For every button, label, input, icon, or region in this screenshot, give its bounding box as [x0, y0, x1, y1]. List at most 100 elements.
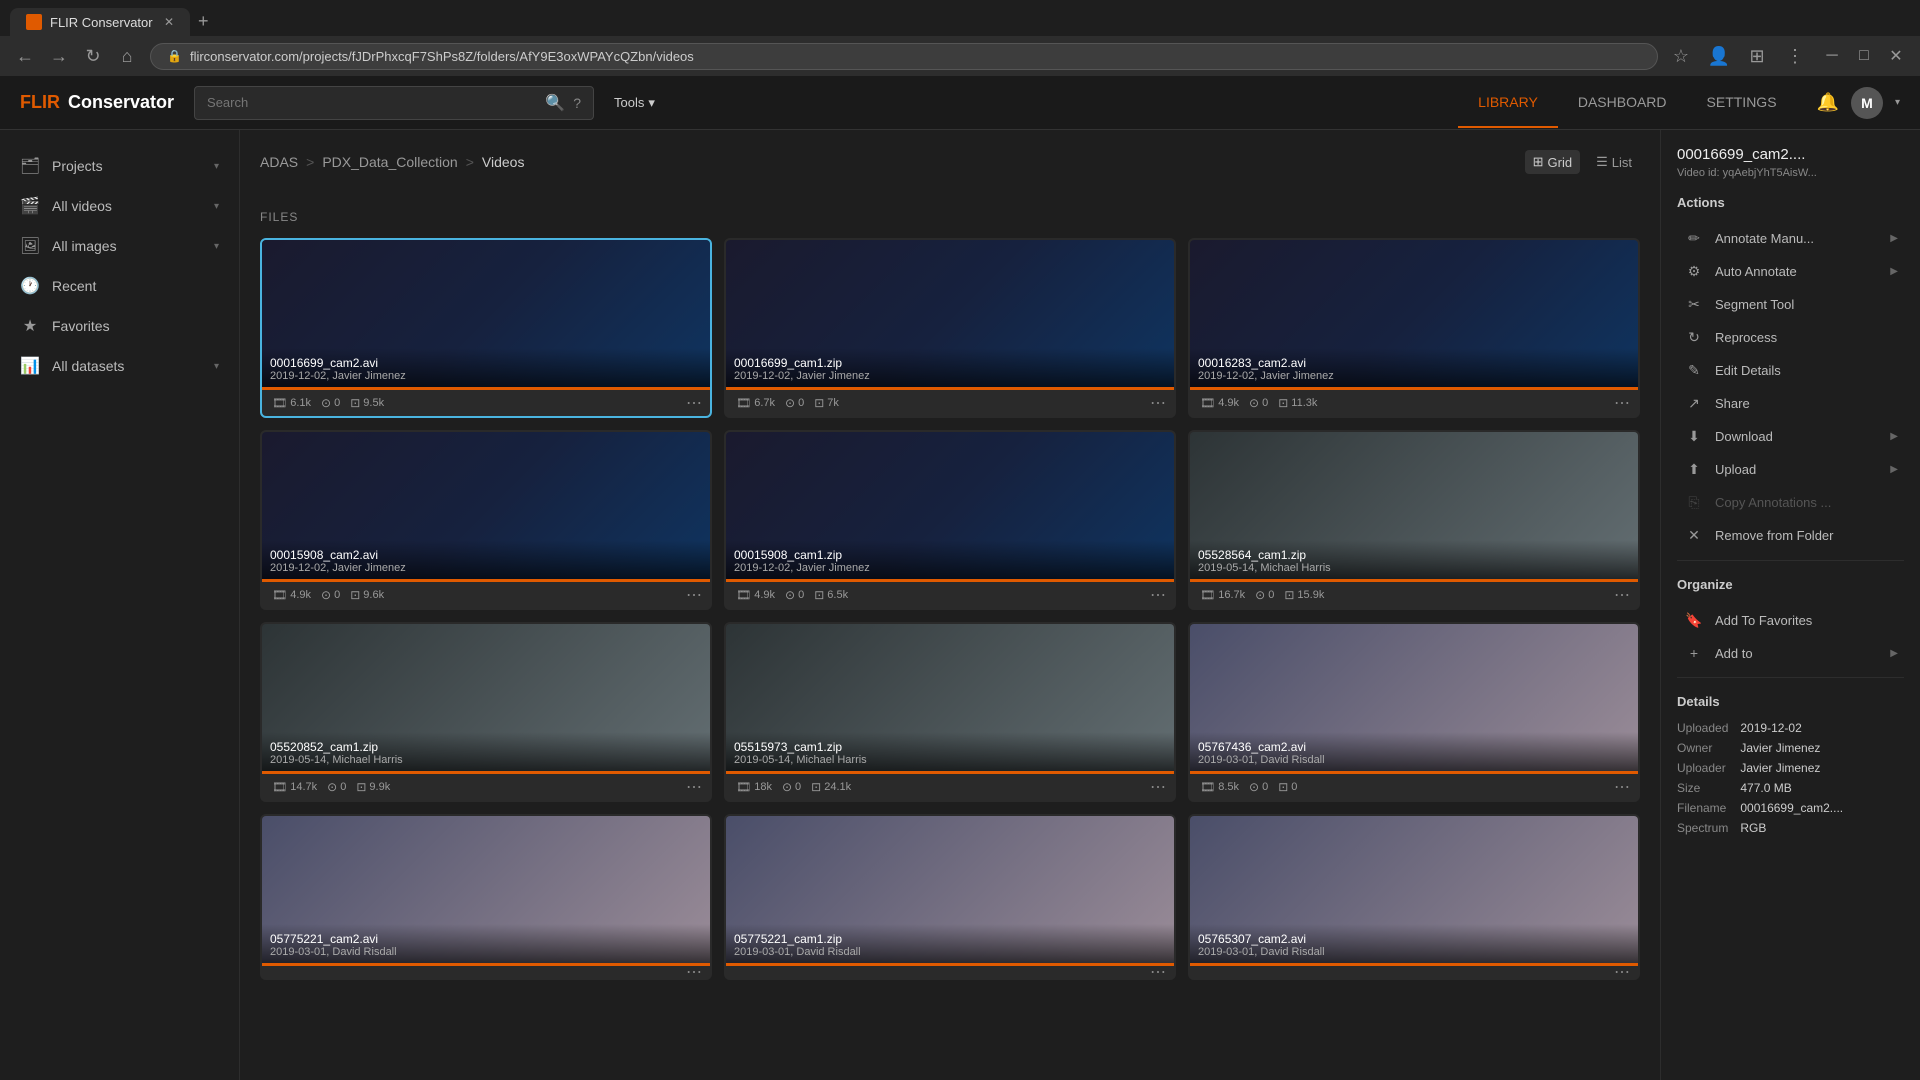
- video-title: 00016699_cam2.avi: [270, 356, 702, 370]
- sidebar-item-all-images[interactable]: 🖼 All images ▾: [0, 226, 239, 266]
- video-card[interactable]: 05528564_cam1.zip 2019-05-14, Michael Ha…: [1188, 430, 1640, 610]
- more-options-button[interactable]: ⋯: [1614, 585, 1630, 605]
- action-segment-tool[interactable]: ✂ Segment Tool: [1677, 288, 1904, 321]
- copy-annotations-label: Copy Annotations ...: [1715, 495, 1831, 510]
- video-card[interactable]: 00015908_cam2.avi 2019-12-02, Javier Jim…: [260, 430, 712, 610]
- search-input[interactable]: [207, 95, 537, 110]
- video-card[interactable]: 05775221_cam1.zip 2019-03-01, David Risd…: [724, 814, 1176, 980]
- account-chevron-icon[interactable]: ▾: [1895, 97, 1900, 108]
- video-card[interactable]: 00016699_cam2.avi 2019-12-02, Javier Jim…: [260, 238, 712, 418]
- video-thumbnail: 00015908_cam1.zip 2019-12-02, Javier Jim…: [726, 432, 1174, 582]
- video-card[interactable]: 05767436_cam2.avi 2019-03-01, David Risd…: [1188, 622, 1640, 802]
- search-bar[interactable]: 🔍 ?: [194, 86, 594, 120]
- action-auto-annotate[interactable]: ⚙ Auto Annotate ▶: [1677, 255, 1904, 288]
- bookmark-button[interactable]: ☆: [1666, 41, 1696, 71]
- reprocess-label: Reprocess: [1715, 330, 1777, 345]
- browser-tab[interactable]: FLIR Conservator ✕: [10, 8, 190, 36]
- action-share[interactable]: ↗ Share: [1677, 387, 1904, 420]
- action-annotate[interactable]: ✏ Annotate Manu... ▶: [1677, 222, 1904, 255]
- more-options-button[interactable]: ⋯: [1614, 777, 1630, 797]
- more-options-button[interactable]: ⋯: [686, 585, 702, 605]
- video-date: 2019-12-02, Javier Jimenez: [270, 562, 702, 574]
- detail-key: Uploader: [1677, 761, 1728, 775]
- video-title: 05775221_cam2.avi: [270, 932, 702, 946]
- home-button[interactable]: ⌂: [112, 41, 142, 71]
- video-grid: 00016699_cam2.avi 2019-12-02, Javier Jim…: [260, 238, 1640, 980]
- action-download[interactable]: ⬇ Download ▶: [1677, 420, 1904, 453]
- extensions-button[interactable]: ⊞: [1742, 41, 1772, 71]
- sidebar-item-favorites[interactable]: ★ Favorites: [0, 306, 239, 346]
- menu-button[interactable]: ⋮: [1780, 41, 1810, 71]
- more-options-button[interactable]: ⋯: [1150, 585, 1166, 605]
- video-card[interactable]: 05765307_cam2.avi 2019-03-01, David Risd…: [1188, 814, 1640, 980]
- close-window-button[interactable]: ✕: [1882, 42, 1910, 70]
- action-reprocess[interactable]: ↻ Reprocess: [1677, 321, 1904, 354]
- sidebar-item-recent[interactable]: 🕐 Recent: [0, 266, 239, 306]
- video-meta: 🎞 16.7k ⊙ 0 ⊡ 15.9k ⋯: [1190, 582, 1638, 608]
- size-icon: ⊡: [811, 780, 821, 794]
- new-tab-button[interactable]: +: [190, 7, 217, 36]
- video-card[interactable]: 05515973_cam1.zip 2019-05-14, Michael Ha…: [724, 622, 1176, 802]
- more-options-button[interactable]: ⋯: [1614, 962, 1630, 980]
- video-card[interactable]: 05520852_cam1.zip 2019-05-14, Michael Ha…: [260, 622, 712, 802]
- breadcrumb-pdx[interactable]: PDX_Data_Collection: [322, 154, 457, 170]
- notifications-icon[interactable]: 🔔: [1817, 92, 1839, 113]
- upload-arrow-icon: ▶: [1890, 464, 1898, 475]
- detail-value: 2019-12-02: [1740, 721, 1904, 735]
- more-options-button[interactable]: ⋯: [1150, 777, 1166, 797]
- sidebar-item-all-videos[interactable]: 🎬 All videos ▾: [0, 186, 239, 226]
- annotation-count: ⊙ 0: [321, 396, 340, 410]
- more-options-button[interactable]: ⋯: [686, 962, 702, 980]
- file-size: ⊡ 6.5k: [814, 588, 848, 602]
- more-options-button[interactable]: ⋯: [686, 393, 702, 413]
- app-logo: FLIR Conservator: [20, 92, 174, 113]
- tools-button[interactable]: Tools ▾: [614, 95, 655, 111]
- forward-button[interactable]: →: [44, 41, 74, 71]
- more-options-button[interactable]: ⋯: [1150, 962, 1166, 980]
- organize-action-add-to[interactable]: + Add to ▶: [1677, 637, 1904, 669]
- nav-library[interactable]: LIBRARY: [1458, 78, 1558, 128]
- list-view-button[interactable]: ☰ List: [1588, 150, 1640, 174]
- action-copy-annotations: ⎘ Copy Annotations ...: [1677, 486, 1904, 519]
- breadcrumb-adas[interactable]: ADAS: [260, 154, 298, 170]
- action-upload[interactable]: ⬆ Upload ▶: [1677, 453, 1904, 486]
- organize-action-add-to-favorites[interactable]: 🔖 Add To Favorites: [1677, 604, 1904, 637]
- size-icon: ⊡: [814, 588, 824, 602]
- grid-view-button[interactable]: ⊞ Grid: [1525, 150, 1580, 174]
- more-options-button[interactable]: ⋯: [1614, 393, 1630, 413]
- avatar[interactable]: M: [1851, 87, 1883, 119]
- remove-from-folder-icon: ✕: [1683, 527, 1705, 544]
- refresh-button[interactable]: ↻: [78, 41, 108, 71]
- nav-settings[interactable]: SETTINGS: [1687, 78, 1797, 128]
- video-title: 00015908_cam2.avi: [270, 548, 702, 562]
- address-bar[interactable]: 🔒 flirconservator.com/projects/fJDrPhxcq…: [150, 43, 1658, 70]
- action-edit-details[interactable]: ✎ Edit Details: [1677, 354, 1904, 387]
- sidebar-label-all-datasets: All datasets: [52, 358, 124, 374]
- sidebar-item-projects[interactable]: 🗂 Projects ▾: [0, 146, 239, 186]
- video-card[interactable]: 00016699_cam1.zip 2019-12-02, Javier Jim…: [724, 238, 1176, 418]
- video-date: 2019-12-02, Javier Jimenez: [1198, 370, 1630, 382]
- back-button[interactable]: ←: [10, 41, 40, 71]
- annotations-icon: ⊙: [785, 588, 795, 602]
- size-icon: ⊡: [814, 396, 824, 410]
- projects-chevron-icon: ▾: [214, 161, 219, 172]
- sidebar-item-all-datasets[interactable]: 📊 All datasets ▾: [0, 346, 239, 386]
- action-remove-from-folder[interactable]: ✕ Remove from Folder: [1677, 519, 1904, 552]
- tab-close-button[interactable]: ✕: [164, 15, 174, 29]
- profile-button[interactable]: 👤: [1704, 41, 1734, 71]
- detail-value: RGB: [1740, 821, 1904, 835]
- video-title: 00016283_cam2.avi: [1198, 356, 1630, 370]
- minimize-window-button[interactable]: ─: [1818, 42, 1846, 70]
- maximize-window-button[interactable]: □: [1850, 42, 1878, 70]
- video-card[interactable]: 00016283_cam2.avi 2019-12-02, Javier Jim…: [1188, 238, 1640, 418]
- copy-annotations-icon: ⎘: [1683, 494, 1705, 511]
- video-card[interactable]: 00015908_cam1.zip 2019-12-02, Javier Jim…: [724, 430, 1176, 610]
- help-icon[interactable]: ?: [573, 95, 581, 111]
- more-options-button[interactable]: ⋯: [686, 777, 702, 797]
- recent-icon: 🕐: [20, 276, 40, 296]
- nav-dashboard[interactable]: DASHBOARD: [1558, 78, 1687, 128]
- video-card[interactable]: 05775221_cam2.avi 2019-03-01, David Risd…: [260, 814, 712, 980]
- more-options-button[interactable]: ⋯: [1150, 393, 1166, 413]
- details-grid: Uploaded2019-12-02OwnerJavier JimenezUpl…: [1677, 721, 1904, 835]
- video-date: 2019-03-01, David Risdall: [1198, 946, 1630, 958]
